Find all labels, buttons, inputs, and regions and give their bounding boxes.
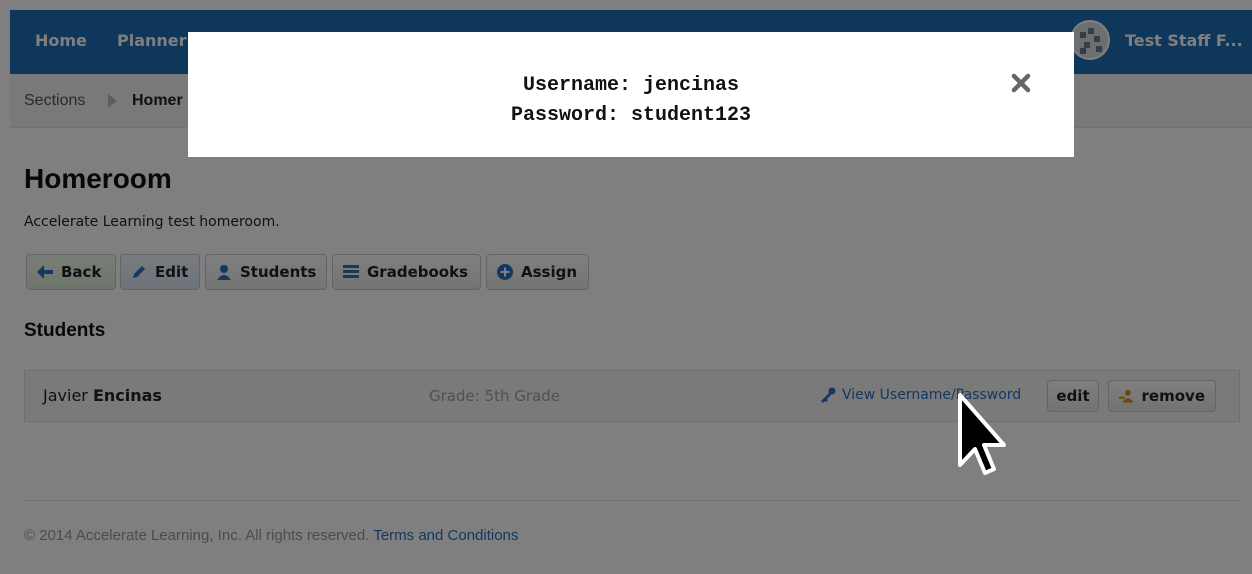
mouse-cursor-icon [958, 393, 1006, 475]
credentials-modal: Username: jencinas Password: student123 [188, 32, 1074, 157]
username-text: Username: jencinas [522, 74, 740, 97]
password-text: Password: student123 [510, 104, 752, 127]
close-icon[interactable] [1010, 72, 1032, 94]
